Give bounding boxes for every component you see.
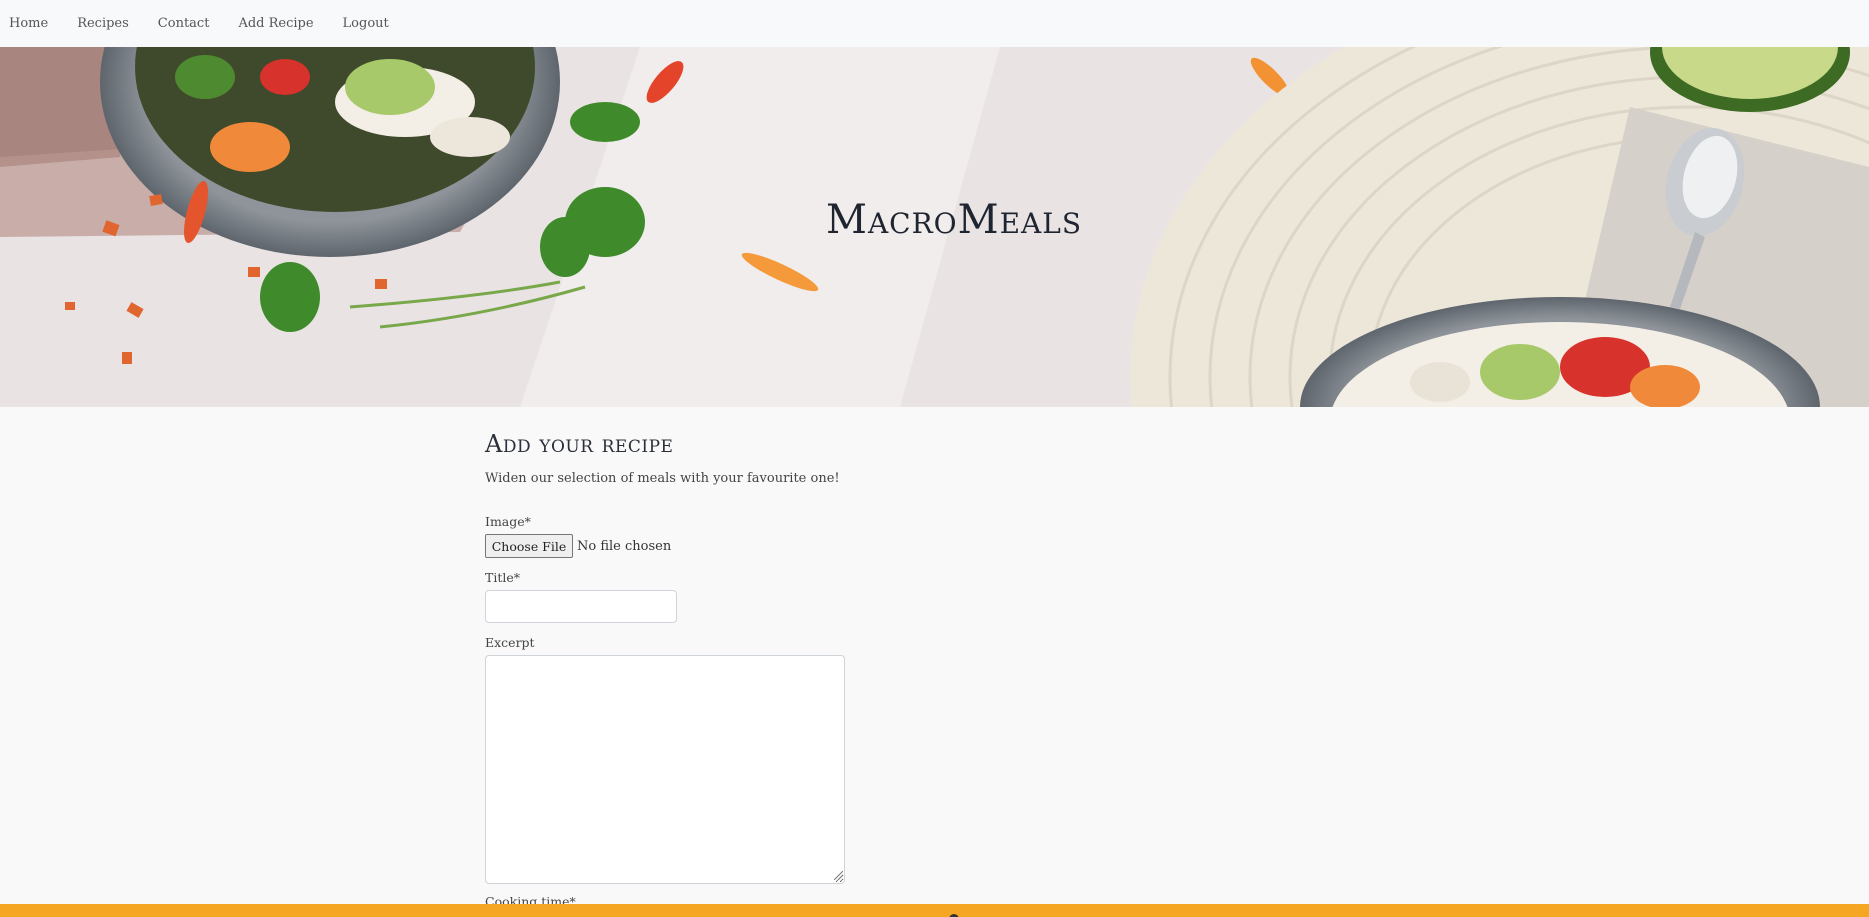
resize-grip-icon[interactable] (834, 871, 843, 880)
title-label: Title* (485, 570, 521, 585)
file-status-text: No file chosen (577, 538, 672, 554)
title-input[interactable] (485, 590, 677, 623)
choose-file-button[interactable]: Choose File (485, 534, 573, 558)
site-title: MacroMeals (825, 197, 1083, 243)
nav-link-home[interactable]: Home (9, 16, 48, 31)
page-subtitle: Widen our selection of meals with your f… (485, 471, 840, 486)
hero-banner: MacroMeals (0, 47, 1869, 407)
top-navbar: Home Recipes Contact Add Recipe Logout (0, 0, 1869, 47)
excerpt-label: Excerpt (485, 635, 535, 650)
nav-link-contact[interactable]: Contact (158, 16, 210, 31)
image-file-input[interactable]: Choose File No file chosen (485, 534, 671, 558)
nav-link-logout[interactable]: Logout (343, 16, 389, 31)
nav-link-recipes[interactable]: Recipes (77, 16, 129, 31)
footer-bar (0, 904, 1869, 917)
nav-link-add-recipe[interactable]: Add Recipe (238, 16, 313, 31)
excerpt-textarea[interactable] (485, 655, 845, 884)
page-title: Add your recipe (485, 430, 674, 458)
add-recipe-form: Add your recipe Widen our selection of m… (485, 430, 885, 909)
image-label: Image* (485, 514, 531, 529)
